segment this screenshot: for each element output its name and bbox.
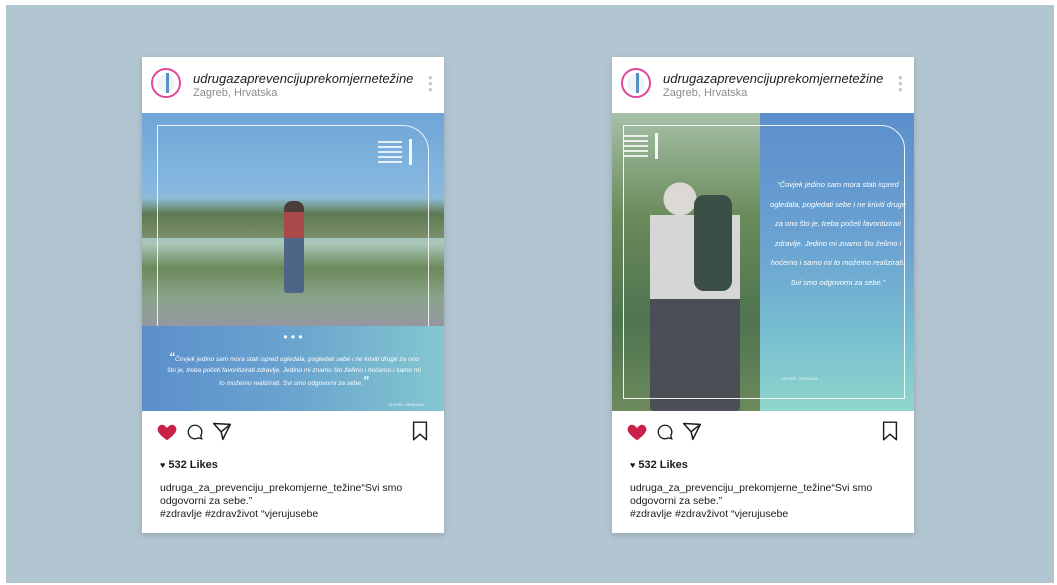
- post-image: • • • “Čovjek jedino sam mora stati ispr…: [142, 113, 444, 411]
- comment-icon[interactable]: [186, 423, 204, 441]
- location[interactable]: Zagreb, Hrvatska: [193, 87, 277, 99]
- post-header: udrugazaprevencijuprekomjernetežine Zagr…: [612, 57, 914, 113]
- post-actions: [612, 421, 914, 451]
- quote-band: • • • “Čovjek jedino sam mora stati ispr…: [142, 326, 444, 411]
- avatar[interactable]: [621, 68, 651, 98]
- post-header: udrugazaprevencijuprekomjernetežine Zagr…: [142, 57, 444, 113]
- like-count[interactable]: ♥ 532 Likes: [630, 459, 688, 471]
- image-quote: “Čovjek jedino sam mora stati ispred ogl…: [770, 180, 906, 287]
- instagram-post-1: udrugazaprevencijuprekomjernetežine Zagr…: [142, 57, 444, 533]
- caption-username[interactable]: udruga_za_prevenciju_prekomjerne_težine: [160, 482, 361, 494]
- avatar[interactable]: [151, 68, 181, 98]
- image-logo: [378, 139, 414, 167]
- more-icon[interactable]: ● ● ●: [898, 74, 903, 95]
- like-count[interactable]: ♥ 532 Likes: [160, 459, 218, 471]
- instagram-post-2: udrugazaprevencijuprekomjernetežine Zagr…: [612, 57, 914, 533]
- caption-hashtags[interactable]: #zdravlje #zdravživot “vjerujusebe: [160, 508, 430, 521]
- likes-label: 532 Likes: [168, 459, 218, 471]
- likes-heart-icon: ♥: [160, 460, 166, 470]
- send-icon[interactable]: [682, 421, 702, 441]
- bookmark-icon[interactable]: [412, 421, 428, 441]
- post-image: “Čovjek jedino sam mora stati ispred ogl…: [612, 113, 914, 411]
- image-quote-text: Čovjek jedino sam mora stati ispred ogle…: [167, 356, 421, 387]
- likes-label: 532 Likes: [638, 459, 688, 471]
- quote-author: IZVOR: UDRUGA: [782, 376, 818, 381]
- more-icon[interactable]: ● ● ●: [428, 74, 433, 95]
- image-quote: “Čovjek jedino sam mora stati ispred ogl…: [167, 350, 421, 388]
- avatar-logo-bar: [166, 73, 169, 93]
- post-caption: udruga_za_prevenciju_prekomjerne_težine“…: [160, 482, 430, 521]
- quote-author: IZVOR: UDRUGA: [388, 402, 424, 407]
- bookmark-icon[interactable]: [882, 421, 898, 441]
- heart-icon[interactable]: [156, 421, 178, 443]
- avatar-logo-bar: [636, 73, 639, 93]
- username[interactable]: udrugazaprevencijuprekomjernetežine: [663, 71, 883, 86]
- post-caption: udruga_za_prevenciju_prekomjerne_težine“…: [630, 482, 900, 521]
- caption-username[interactable]: udruga_za_prevenciju_prekomjerne_težine: [630, 482, 831, 494]
- image-logo: [624, 133, 660, 161]
- likes-heart-icon: ♥: [630, 460, 636, 470]
- comment-icon[interactable]: [656, 423, 674, 441]
- send-icon[interactable]: [212, 421, 232, 441]
- caption-hashtags[interactable]: #zdravlje #zdravživot “vjerujusebe: [630, 508, 900, 521]
- carousel-dots[interactable]: • • •: [142, 331, 444, 343]
- location[interactable]: Zagreb, Hrvatska: [663, 87, 747, 99]
- username[interactable]: udrugazaprevencijuprekomjernetežine: [193, 71, 413, 86]
- post-actions: [142, 421, 444, 451]
- heart-icon[interactable]: [626, 421, 648, 443]
